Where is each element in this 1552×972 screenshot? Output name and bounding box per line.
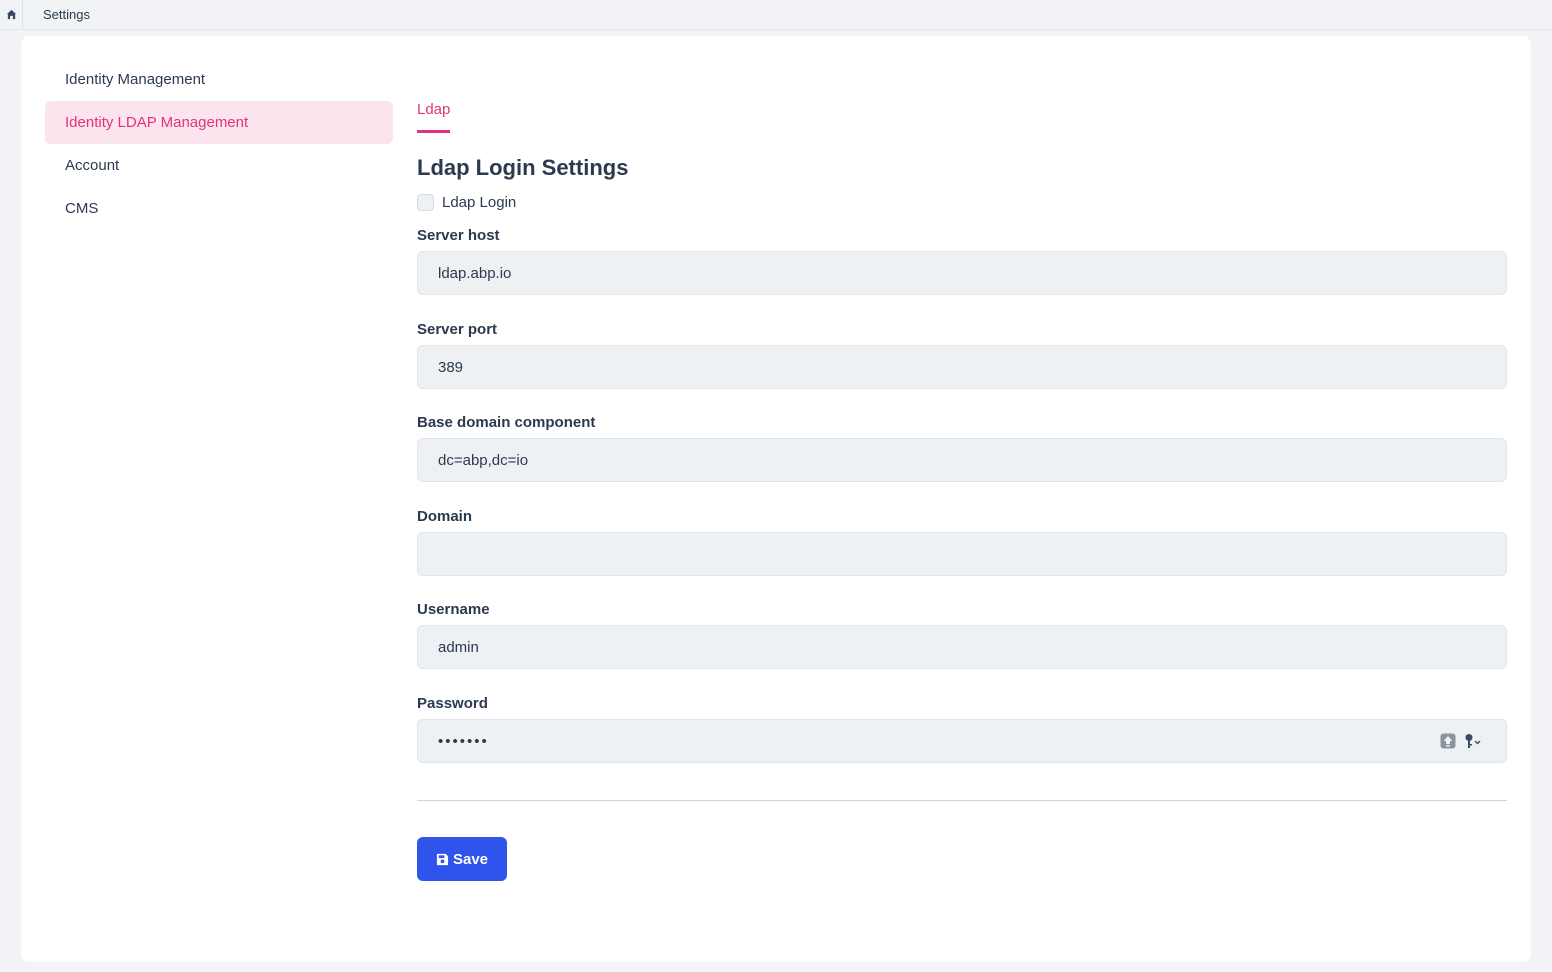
tab-ldap[interactable]: Ldap	[417, 101, 451, 133]
ldap-login-label[interactable]: Ldap Login	[442, 194, 516, 211]
top-breadcrumb-bar: Settings	[0, 0, 1552, 30]
password-label: Password	[417, 695, 488, 712]
username-input[interactable]: admin	[417, 625, 1507, 669]
save-button[interactable]: Save	[417, 837, 507, 881]
server-port-label: Server port	[417, 321, 498, 338]
password-manager-key-icon[interactable]	[1464, 733, 1482, 749]
password-value: •••••••	[438, 732, 489, 750]
sidebar-item-account[interactable]: Account	[45, 144, 393, 187]
settings-card: Identity Management Identity LDAP Manage…	[21, 36, 1531, 962]
ldap-login-checkbox[interactable]	[417, 194, 434, 211]
password-field-icons	[1440, 733, 1482, 749]
floppy-disk-icon	[436, 853, 449, 865]
server-port-input[interactable]: 389	[417, 345, 1507, 389]
sidebar-item-cms[interactable]: CMS	[45, 187, 393, 230]
password-input[interactable]: •••••••	[417, 719, 1507, 763]
tab-bar: Ldap	[417, 101, 451, 133]
home-icon	[6, 9, 16, 20]
server-host-label: Server host	[417, 227, 500, 244]
domain-label: Domain	[417, 508, 473, 525]
save-button-label: Save	[452, 850, 489, 868]
section-title: Ldap Login Settings	[417, 155, 629, 180]
domain-input[interactable]	[417, 532, 1507, 576]
sidebar-item-identity-management[interactable]: Identity Management	[45, 58, 393, 101]
form-divider	[417, 800, 1507, 801]
home-button[interactable]	[0, 0, 23, 30]
sidebar-item-identity-ldap-management[interactable]: Identity LDAP Management	[45, 101, 393, 144]
username-label: Username	[417, 601, 490, 618]
base-domain-component-input[interactable]: dc=abp,dc=io	[417, 438, 1507, 482]
caps-lock-icon	[1440, 733, 1456, 749]
ldap-login-row: Ldap Login	[417, 194, 516, 211]
settings-sidebar: Identity Management Identity LDAP Manage…	[45, 58, 393, 230]
base-domain-component-label: Base domain component	[417, 414, 596, 431]
breadcrumb-settings[interactable]: Settings	[43, 7, 90, 22]
server-host-input[interactable]: ldap.abp.io	[417, 251, 1507, 295]
